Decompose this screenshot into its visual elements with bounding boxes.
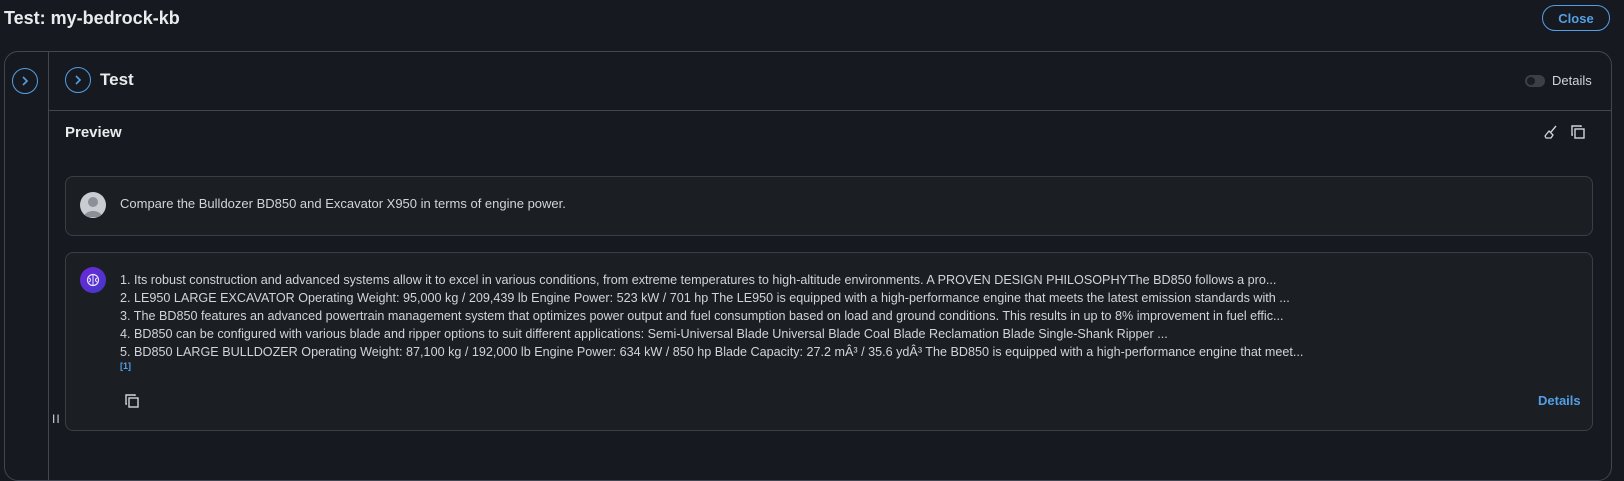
answer-line: 5. BD850 LARGE BULLDOZER Operating Weigh…	[120, 345, 1304, 359]
test-panel-title: Test	[100, 70, 134, 89]
user-message-text: Compare the Bulldozer BD850 and Excavato…	[120, 196, 566, 211]
close-button[interactable]: Close	[1542, 5, 1610, 31]
top-bar: Test: my-bedrock-kb Close	[0, 0, 1624, 50]
assistant-answer: 1. Its robust construction and advanced …	[120, 271, 1560, 371]
assistant-message-card: 1. Its robust construction and advanced …	[65, 252, 1593, 431]
details-link[interactable]: Details	[1538, 393, 1581, 408]
details-toggle-label: Details	[1552, 73, 1592, 88]
chevron-right-icon	[75, 75, 82, 85]
user-message-card: Compare the Bulldozer BD850 and Excavato…	[65, 176, 1593, 236]
copy-icon[interactable]	[1570, 124, 1586, 140]
answer-line: 3. The BD850 features an advanced powert…	[120, 309, 1284, 323]
chevron-right-icon	[22, 76, 29, 86]
details-toggle[interactable]	[1525, 74, 1545, 87]
answer-line: 2. LE950 LARGE EXCAVATOR Operating Weigh…	[120, 291, 1290, 305]
rail-expand-button[interactable]	[12, 68, 38, 94]
resize-handle[interactable]: II	[52, 412, 61, 426]
broom-icon[interactable]	[1543, 124, 1559, 140]
header-divider	[48, 110, 1611, 111]
bedrock-brain-icon	[80, 267, 106, 293]
copy-icon[interactable]	[124, 393, 140, 409]
preview-title: Preview	[65, 124, 122, 141]
citation-link[interactable]: [1]	[120, 361, 1560, 371]
answer-line: 1. Its robust construction and advanced …	[120, 273, 1277, 287]
page-title: Test: my-bedrock-kb	[4, 8, 180, 28]
user-avatar-icon	[80, 192, 106, 218]
details-toggle-wrap[interactable]: Details	[1525, 73, 1592, 88]
answer-line: 4. BD850 can be configured with various …	[120, 327, 1168, 341]
left-rail	[4, 51, 49, 481]
test-expand-button[interactable]	[65, 67, 91, 93]
